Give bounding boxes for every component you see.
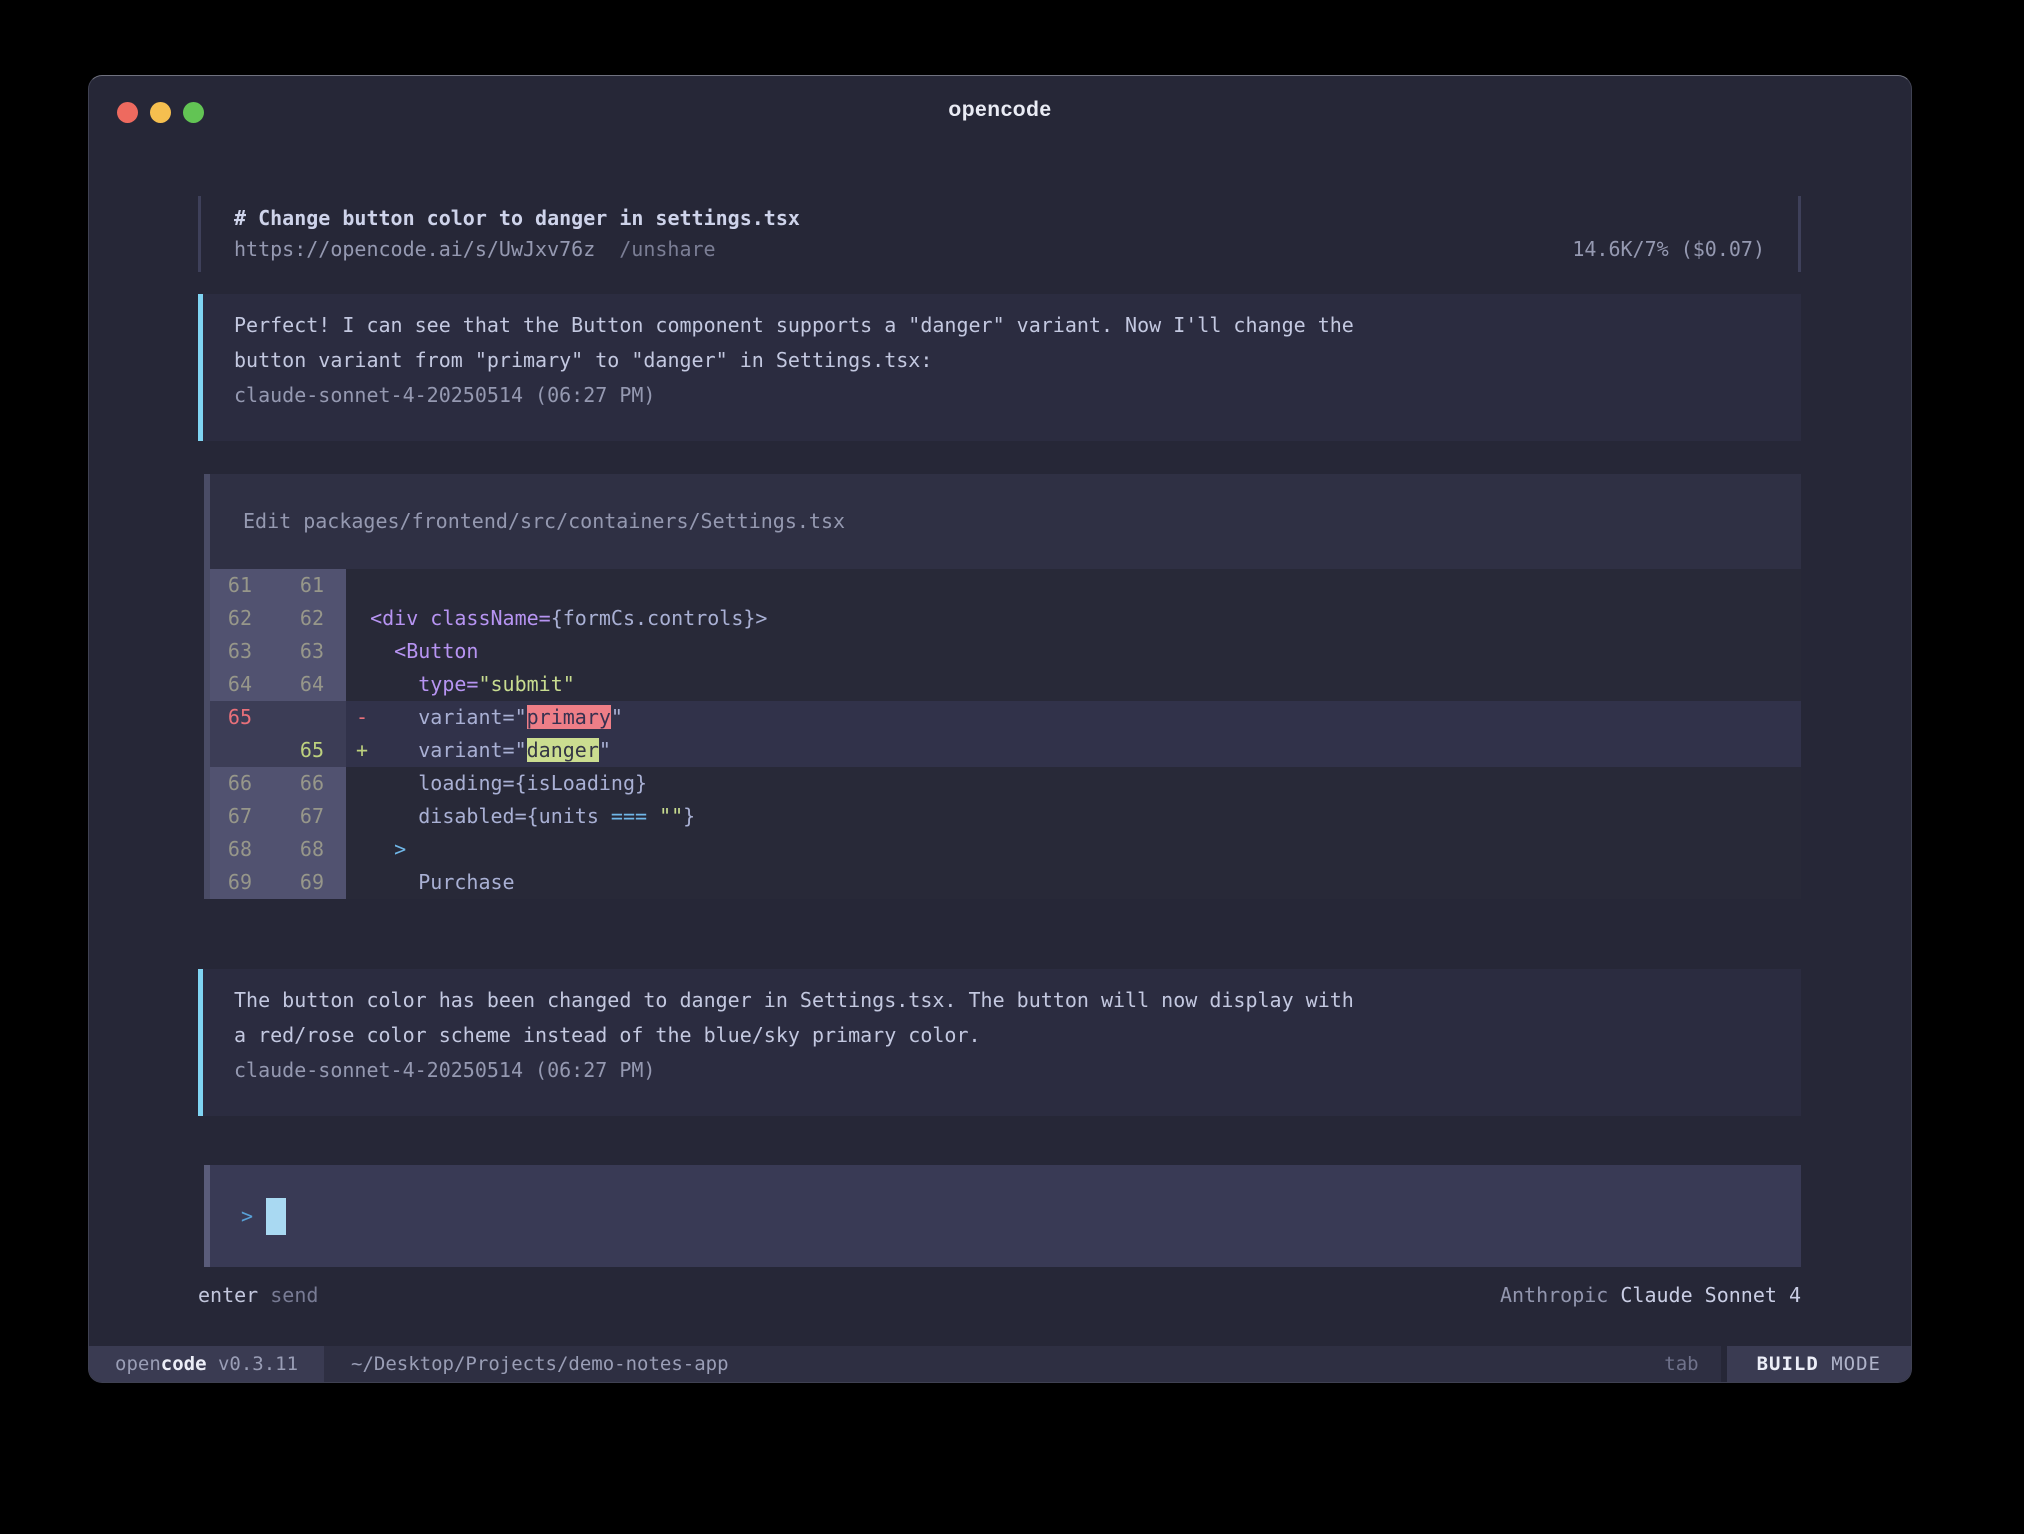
code-line: <Button <box>346 635 1801 668</box>
line-number-old: 67 <box>210 800 274 833</box>
diff-row: 65 - variant="primary" <box>210 701 1801 734</box>
line-number-new: 66 <box>274 767 346 800</box>
message-meta: claude-sonnet-4-20250514 (06:27 PM) <box>234 1053 1768 1088</box>
diff-row: 6767 disabled={units === ""} <box>210 800 1801 833</box>
mode-badge: BUILD MODE <box>1721 1346 1911 1382</box>
titlebar: opencode <box>89 76 1911 136</box>
diff-row: 6262 <div className={formCs.controls}> <box>210 602 1801 635</box>
line-number-new: 68 <box>274 833 346 866</box>
message-text-line: button variant from "primary" to "danger… <box>234 343 1768 378</box>
app-name: open <box>115 1353 161 1375</box>
diff-row: 6161 <box>210 569 1801 602</box>
model-indicator: Anthropic Claude Sonnet 4 <box>1500 1283 1801 1307</box>
line-number-old: 68 <box>210 833 274 866</box>
prompt-chevron-icon: > <box>241 1204 253 1228</box>
diff-row: 6969 Purchase <box>210 866 1801 899</box>
statusbar: opencode v0.3.11 ~/Desktop/Projects/demo… <box>89 1346 1911 1382</box>
helper-row: enter send Anthropic Claude Sonnet 4 <box>198 1283 1801 1307</box>
code-line: disabled={units === ""} <box>346 800 1801 833</box>
diff-row: 6363 <Button <box>210 635 1801 668</box>
diff-row: 6666 loading={isLoading} <box>210 767 1801 800</box>
unshare-command: /unshare <box>619 234 715 265</box>
diff-row: 65+ variant="danger" <box>210 734 1801 767</box>
code-line: Purchase <box>346 866 1801 899</box>
tab-key-hint: tab <box>1664 1346 1720 1382</box>
line-number-new: 62 <box>274 602 346 635</box>
app-window: opencode # Change button color to danger… <box>88 75 1912 1383</box>
line-number-old: 65 <box>210 701 274 734</box>
edit-tool-label: Edit packages/frontend/src/containers/Se… <box>210 474 1801 569</box>
share-url: https://opencode.ai/s/UwJxv76z <box>234 234 595 265</box>
line-number-old: 69 <box>210 866 274 899</box>
line-number-new: 65 <box>274 734 346 767</box>
code-line: + variant="danger" <box>346 734 1801 767</box>
code-line: <div className={formCs.controls}> <box>346 602 1801 635</box>
line-number-old: 63 <box>210 635 274 668</box>
code-line: type="submit" <box>346 668 1801 701</box>
provider-label: Anthropic <box>1500 1283 1620 1307</box>
edit-tool-block: Edit packages/frontend/src/containers/Se… <box>204 474 1801 899</box>
line-number-new: 63 <box>274 635 346 668</box>
diff-row: 6464 type="submit" <box>210 668 1801 701</box>
removed-marker-icon: - <box>356 701 368 734</box>
code-line: - variant="primary" <box>346 701 1801 734</box>
assistant-message: Perfect! I can see that the Button compo… <box>198 294 1801 441</box>
enter-key-hint: enter <box>198 1283 258 1307</box>
message-meta: claude-sonnet-4-20250514 (06:27 PM) <box>234 378 1768 413</box>
line-number-old: 66 <box>210 767 274 800</box>
code-line: loading={isLoading} <box>346 767 1801 800</box>
assistant-message: The button color has been changed to dan… <box>198 969 1801 1116</box>
message-text-line: a red/rose color scheme instead of the b… <box>234 1018 1768 1053</box>
line-number-old: 61 <box>210 569 274 602</box>
diff-view: 6161 6262 <div className={formCs.control… <box>210 569 1801 899</box>
line-number-old: 64 <box>210 668 274 701</box>
session-header: # Change button color to danger in setti… <box>198 196 1801 272</box>
session-title: # Change button color to danger in setti… <box>234 203 1765 234</box>
message-text-line: The button color has been changed to dan… <box>234 983 1768 1018</box>
app-version: v0.3.11 <box>207 1353 299 1375</box>
added-marker-icon: + <box>356 734 368 767</box>
line-number-new: 64 <box>274 668 346 701</box>
code-line: > <box>346 833 1801 866</box>
message-text-line: Perfect! I can see that the Button compo… <box>234 308 1768 343</box>
context-stats: 14.6K/7% ($0.07) <box>1572 234 1765 265</box>
line-number-old: 62 <box>210 602 274 635</box>
diff-row: 6868 > <box>210 833 1801 866</box>
cwd-path: ~/Desktop/Projects/demo-notes-app <box>351 1346 729 1382</box>
model-label: Claude Sonnet 4 <box>1620 1283 1801 1307</box>
line-number-old <box>210 734 274 767</box>
text-cursor <box>266 1198 286 1235</box>
prompt-input[interactable]: > <box>204 1165 1801 1267</box>
send-action-hint: send <box>258 1283 318 1307</box>
window-title: opencode <box>89 98 1911 122</box>
app-version-badge: opencode v0.3.11 <box>89 1346 324 1382</box>
code-line <box>346 569 1801 602</box>
line-number-new <box>274 701 346 734</box>
line-number-new: 61 <box>274 569 346 602</box>
line-number-new: 69 <box>274 866 346 899</box>
line-number-new: 67 <box>274 800 346 833</box>
